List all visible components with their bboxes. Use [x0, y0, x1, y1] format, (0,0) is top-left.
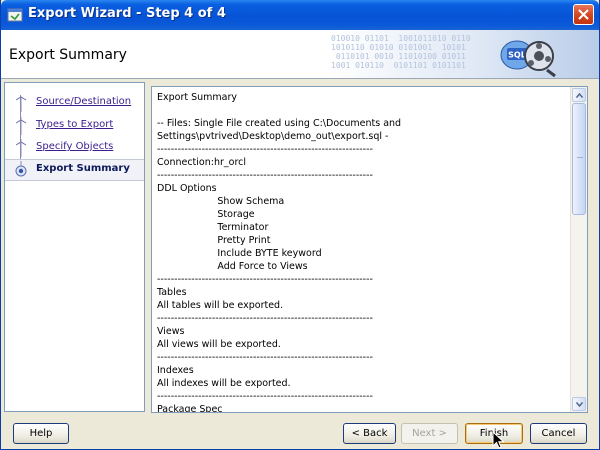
back-button[interactable]: < Back — [343, 423, 396, 444]
mouse-cursor-icon — [492, 431, 505, 449]
close-button[interactable] — [573, 4, 594, 25]
scroll-up-button[interactable] — [572, 88, 586, 102]
cancel-button[interactable]: Cancel — [530, 423, 587, 444]
wizard-app-icon — [7, 8, 23, 22]
wizard-steps-nav: Source/Destination Types to Export Speci… — [4, 82, 145, 412]
nav-item-types-to-export[interactable]: Types to Export — [5, 116, 144, 136]
nav-item-export-summary[interactable]: Export Summary — [5, 159, 144, 181]
nav-label: Source/Destination — [36, 96, 132, 107]
step-complete-icon — [15, 117, 27, 135]
next-button[interactable]: Next > — [401, 423, 458, 444]
step-current-icon — [15, 161, 27, 177]
nav-label: Export Summary — [36, 163, 130, 174]
nav-item-specify-objects[interactable]: Specify Objects — [5, 138, 144, 158]
vertical-scrollbar[interactable] — [570, 87, 587, 412]
export-summary-panel[interactable]: Export Summary -- Files: Single File cre… — [151, 86, 588, 413]
step-complete-icon — [15, 96, 27, 112]
scroll-down-button[interactable] — [572, 397, 586, 411]
window-title: Export Wizard - Step 4 of 4 — [28, 6, 226, 21]
scroll-thumb[interactable] — [572, 103, 586, 215]
nav-label: Specify Objects — [36, 141, 114, 152]
nav-item-source-destination[interactable]: Source/Destination — [5, 93, 144, 113]
wizard-header: Export Summary 010010 01101 1001011010 0… — [1, 30, 599, 79]
page-title: Export Summary — [9, 47, 127, 63]
scroll-grip — [577, 157, 583, 158]
chevron-up-icon — [576, 93, 583, 98]
title-bar[interactable]: Export Wizard - Step 4 of 4 — [1, 0, 599, 30]
help-button[interactable]: Help — [13, 423, 69, 444]
logo-text: SQL — [508, 51, 526, 60]
export-wizard-window: Export Wizard - Step 4 of 4 Export Summa… — [0, 0, 600, 450]
nav-label: Types to Export — [36, 119, 114, 130]
sql-developer-logo-icon: SQL — [500, 40, 556, 78]
close-icon — [578, 9, 589, 20]
export-summary-text: Export Summary -- Files: Single File cre… — [157, 92, 402, 413]
step-complete-icon — [15, 139, 27, 157]
chevron-down-icon — [576, 402, 583, 407]
